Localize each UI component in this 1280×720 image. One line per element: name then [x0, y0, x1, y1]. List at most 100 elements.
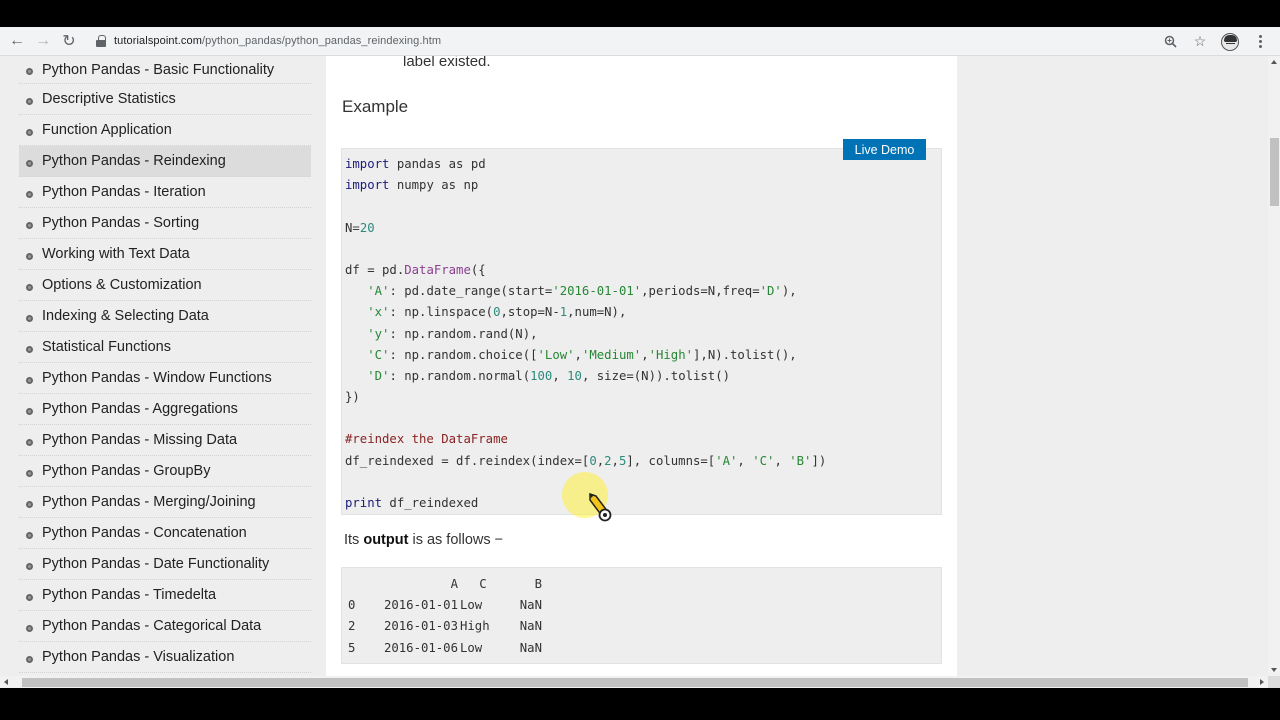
bullet-icon	[26, 190, 33, 198]
url-host: tutorialspoint.com	[114, 35, 203, 47]
bullet-icon	[26, 376, 33, 384]
code-line: print df_reindexed	[345, 496, 479, 510]
bullet-icon	[26, 252, 33, 260]
scroll-up-arrow-icon[interactable]	[1271, 60, 1277, 64]
code-line: 'x': np.linspace(0,stop=N-1,num=N),	[367, 305, 627, 320]
bullet-icon	[26, 314, 33, 322]
menu-kebab-icon[interactable]	[1248, 30, 1272, 54]
code-line: 'A': pd.date_range(start='2016-01-01',pe…	[367, 284, 797, 299]
sidebar-item-categorical-data[interactable]: Python Pandas - Categorical Data	[19, 611, 311, 642]
sidebar-item-label: Indexing & Selecting Data	[42, 308, 209, 324]
sidebar-item-label: Python Pandas - Concatenation	[42, 525, 247, 541]
sidebar-item-text-data[interactable]: Working with Text Data	[19, 239, 311, 270]
sidebar-item-options-customization[interactable]: Options & Customization	[19, 270, 311, 301]
sidebar-item-aggregations[interactable]: Python Pandas - Aggregations	[19, 394, 311, 425]
sidebar-item-date-functionality[interactable]: Python Pandas - Date Functionality	[19, 549, 311, 580]
sidebar-item-descriptive-statistics[interactable]: Descriptive Statistics	[19, 84, 311, 115]
lock-icon	[96, 35, 106, 47]
example-heading: Example	[342, 97, 409, 116]
output-header-row: A C B	[450, 577, 542, 591]
sidebar-item-iteration[interactable]: Python Pandas - Iteration	[19, 177, 311, 208]
bullet-icon	[26, 283, 33, 291]
sidebar-item-merging-joining[interactable]: Python Pandas - Merging/Joining	[19, 487, 311, 518]
scroll-down-arrow-icon[interactable]	[1271, 668, 1277, 672]
sidebar-item-label: Working with Text Data	[42, 246, 190, 262]
sidebar-item-reindexing[interactable]: Python Pandas - Reindexing	[19, 146, 311, 177]
code-line: 'D': np.random.normal(100, 10, size=(N))…	[367, 368, 731, 383]
sidebar-item-groupby[interactable]: Python Pandas - GroupBy	[19, 456, 311, 487]
bullet-icon	[26, 531, 33, 539]
live-demo-button[interactable]: Live Demo	[843, 139, 926, 160]
sidebar-item-label: Python Pandas - Aggregations	[42, 401, 238, 417]
sidebar-item-missing-data[interactable]: Python Pandas - Missing Data	[19, 425, 311, 456]
page-viewport: Python Pandas - Basic Functionality Desc…	[0, 56, 1268, 676]
right-ad-gutter	[957, 56, 1268, 676]
horizontal-scrollbar[interactable]	[0, 676, 1268, 688]
sidebar-item-sorting[interactable]: Python Pandas - Sorting	[19, 208, 311, 239]
bullet-icon	[26, 128, 33, 136]
output-row: 2 2016-01-03 High NaN	[348, 619, 542, 634]
reload-icon[interactable]: ↻	[56, 28, 82, 54]
sidebar-item-label: Python Pandas - Timedelta	[42, 587, 217, 603]
url-path: /python_pandas/python_pandas_reindexing.…	[202, 35, 442, 47]
sidebar-item-label: Python Pandas - Categorical Data	[42, 618, 262, 634]
code-line: #reindex the DataFrame	[345, 432, 508, 447]
sidebar-item-concatenation[interactable]: Python Pandas - Concatenation	[19, 518, 311, 549]
sidebar-item-statistical-functions[interactable]: Statistical Functions	[19, 332, 311, 363]
vertical-scrollbar[interactable]	[1268, 56, 1280, 676]
forward-arrow-icon[interactable]: →	[30, 28, 56, 54]
screen-top-letterbox	[0, 0, 1280, 27]
sidebar-item-label: Statistical Functions	[42, 339, 171, 355]
sidebar-item-label: Python Pandas - Basic Functionality	[42, 61, 275, 78]
browser-toolbar: ← → ↻ tutorialspoint.com/python_pandas/p…	[0, 27, 1280, 56]
sidebar-item-basic-functionality[interactable]: Python Pandas - Basic Functionality	[19, 56, 311, 84]
code-line: df = pd.DataFrame({	[345, 262, 486, 277]
sidebar-item-label: Python Pandas - Window Functions	[42, 370, 272, 386]
sidebar-item-label: Python Pandas - Reindexing	[42, 153, 226, 169]
sidebar-item-indexing-selecting[interactable]: Indexing & Selecting Data	[19, 301, 311, 332]
output-table: A C B 0 2016-01-01 Low NaN 2 2016-01-03 …	[341, 567, 942, 664]
bullet-icon	[26, 97, 33, 105]
sidebar-item-timedelta[interactable]: Python Pandas - Timedelta	[19, 580, 311, 611]
horizontal-scroll-thumb[interactable]	[22, 678, 1248, 687]
code-block: import pandas as pd import numpy as np N…	[341, 148, 942, 515]
output-row: 5 2016-01-06 Low NaN	[348, 640, 542, 655]
address-bar[interactable]: tutorialspoint.com/python_pandas/python_…	[88, 29, 1228, 53]
star-icon[interactable]: ☆	[1188, 30, 1212, 54]
sidebar-item-window-functions[interactable]: Python Pandas - Window Functions	[19, 363, 311, 394]
partial-paragraph: label existed.	[403, 56, 491, 70]
sidebar-item-label: Python Pandas - Iteration	[42, 184, 206, 200]
bullet-icon	[26, 407, 33, 415]
sidebar-item-label: Python Pandas - Sorting	[42, 215, 200, 231]
output-intro-text: Its output is as follows −	[344, 532, 504, 548]
vertical-scroll-thumb[interactable]	[1270, 138, 1279, 206]
scroll-right-arrow-icon[interactable]	[1260, 679, 1264, 685]
code-line: import numpy as np	[345, 178, 479, 193]
sidebar-item-label: Descriptive Statistics	[42, 91, 176, 107]
sidebar-item-label: Python Pandas - Merging/Joining	[42, 494, 256, 510]
main-content: label existed. Example import pandas as …	[326, 56, 957, 676]
bullet-icon	[26, 469, 33, 477]
code-line: })	[345, 390, 360, 405]
scroll-left-arrow-icon[interactable]	[4, 679, 8, 685]
sidebar-item-label: Python Pandas - Missing Data	[42, 432, 238, 448]
sidebar-item-label: Function Application	[42, 122, 172, 138]
sidebar-item-label: Python Pandas - Visualization	[42, 649, 235, 665]
screen-bottom-letterbox	[0, 688, 1280, 720]
url-text: tutorialspoint.com/python_pandas/python_…	[114, 35, 441, 47]
bullet-icon	[26, 159, 33, 167]
output-row: 0 2016-01-01 Low NaN	[348, 598, 542, 613]
sidebar-item-function-application[interactable]: Function Application	[19, 115, 311, 146]
bullet-icon	[26, 345, 33, 353]
profile-avatar[interactable]	[1218, 30, 1242, 54]
bullet-icon	[26, 624, 33, 632]
bullet-icon	[26, 562, 33, 570]
zoom-icon[interactable]	[1158, 30, 1182, 54]
back-arrow-icon[interactable]: ←	[4, 28, 30, 54]
bullet-icon	[26, 68, 33, 75]
avatar-image	[1221, 32, 1239, 51]
sidebar-item-visualization[interactable]: Python Pandas - Visualization	[19, 642, 311, 673]
